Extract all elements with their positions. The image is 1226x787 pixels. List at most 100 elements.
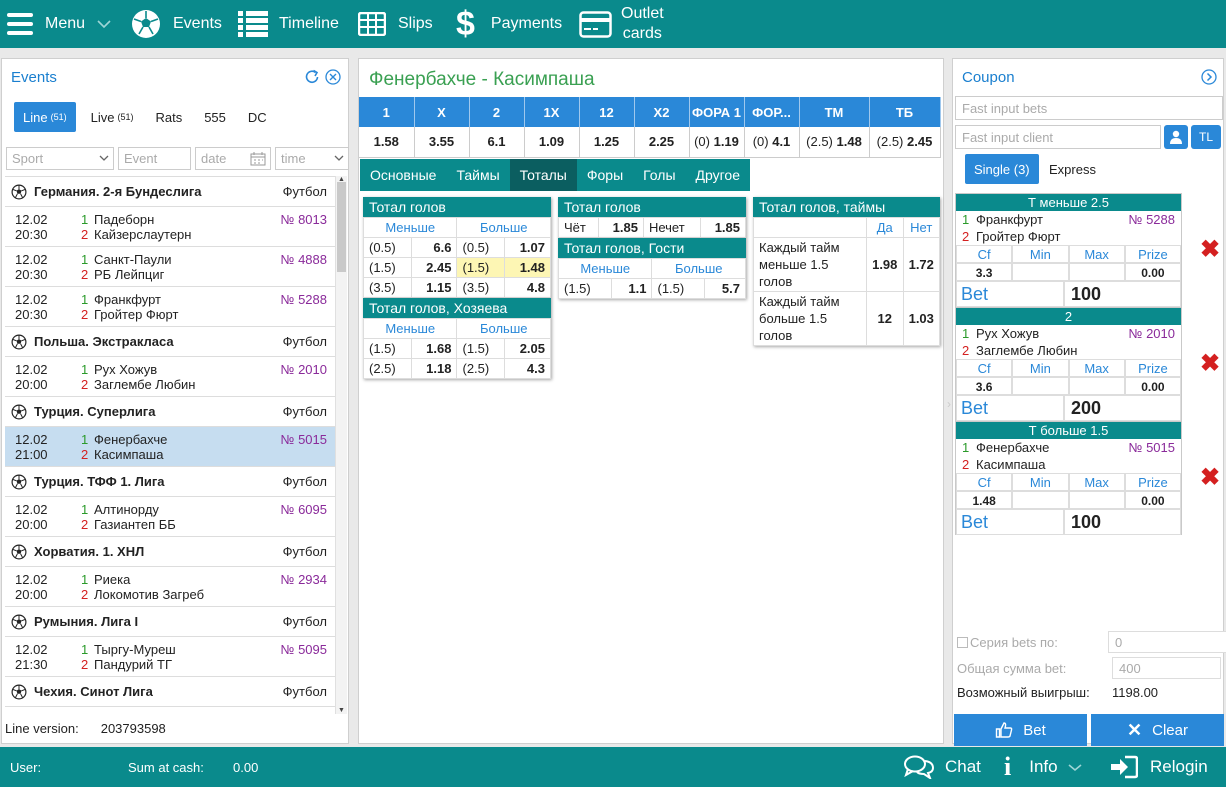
- tab-express[interactable]: Express: [1040, 154, 1105, 184]
- odds-cell[interactable]: 3.55: [414, 127, 470, 158]
- odd-cell[interactable]: 1.18: [410, 358, 458, 379]
- odds-cell[interactable]: 2.25: [634, 127, 690, 158]
- odd-cell[interactable]: 1.07: [504, 237, 551, 258]
- odd-cell[interactable]: 1.48: [504, 257, 551, 278]
- bet-amount-input[interactable]: 100: [1064, 281, 1181, 307]
- menu-button[interactable]: Menu: [7, 0, 111, 48]
- event-number: № 2010: [1128, 326, 1175, 341]
- payments-nav[interactable]: $ Payments: [456, 0, 562, 48]
- odd-cell[interactable]: 1.68: [410, 338, 458, 359]
- event-row[interactable]: 12.02 20:00 1 Алтинорду 2 Газиантеп ББ № 6095: [5, 497, 335, 537]
- odds-cell[interactable]: (2.5) 1.48: [799, 127, 870, 158]
- event-date: 12.02: [15, 431, 48, 447]
- fast-input-bets[interactable]: Fast input bets: [955, 96, 1223, 120]
- series-input[interactable]: 0: [1108, 631, 1226, 653]
- tab-555[interactable]: 555: [195, 102, 235, 132]
- odd-cell[interactable]: 1.1: [610, 278, 653, 299]
- league-header[interactable]: Германия. 2-я Бундеслига Футбол: [5, 177, 335, 207]
- remove-bet-icon[interactable]: ✖: [1200, 235, 1220, 264]
- odds-cell[interactable]: (2.5) 2.45: [869, 127, 941, 158]
- tab-rats[interactable]: Rats: [146, 102, 191, 132]
- bet-amount-input[interactable]: 200: [1064, 395, 1181, 421]
- event-row[interactable]: 12.02 20:30 1 Франкфурт 2 Гройтер Фюрт № 5288: [5, 287, 335, 327]
- league-name: Чехия. Синот Лига: [34, 684, 153, 699]
- odd-cell[interactable]: 4.8: [504, 277, 551, 298]
- tl-button[interactable]: TL: [1191, 125, 1221, 149]
- timeline-nav[interactable]: Timeline: [238, 0, 339, 48]
- relogin-button[interactable]: Relogin: [1110, 747, 1208, 787]
- fast-input-client[interactable]: Fast input client: [955, 125, 1161, 149]
- market-row: (1.5) 2.45 (1.5) 1.48: [363, 257, 551, 278]
- odd-cell[interactable]: 5.7: [704, 278, 746, 299]
- info-button[interactable]: i Info: [1004, 747, 1082, 787]
- chat-button[interactable]: Chat: [903, 747, 981, 787]
- sport-select[interactable]: Sport: [6, 147, 114, 170]
- odd-cell[interactable]: 6.6: [410, 237, 458, 258]
- league-header[interactable]: Турция. ТФФ 1. Лига Футбол: [5, 467, 335, 497]
- league-header[interactable]: Румыния. Лига I Футбол: [5, 607, 335, 637]
- odd-cell[interactable]: 1.03: [902, 291, 940, 346]
- tab-line[interactable]: Line (51): [14, 102, 76, 132]
- league-header[interactable]: Турция. Суперлига Футбол: [5, 397, 335, 427]
- event-row[interactable]: 12.02 20:30 1 Санкт-Паули 2 РБ Лейпциг № 4888: [5, 247, 335, 287]
- odd-cell[interactable]: 1.85: [598, 217, 644, 238]
- remove-bet-icon[interactable]: ✖: [1200, 463, 1220, 492]
- event-row[interactable]: 12.02 20:00 1 Рух Хожув 2 Заглембе Любин № 201…: [5, 357, 335, 397]
- odds-param: (0): [752, 134, 769, 150]
- market-tab[interactable]: Таймы: [446, 159, 509, 191]
- market-tab[interactable]: Голы: [633, 159, 685, 191]
- team1-index: 1: [81, 501, 89, 517]
- odd-cell[interactable]: 4.3: [504, 358, 551, 379]
- event-input[interactable]: Event: [118, 147, 191, 170]
- odds-cell[interactable]: 1.25: [579, 127, 635, 158]
- odd-cell[interactable]: 12: [866, 291, 904, 346]
- chevron-right-circle-icon[interactable]: [1200, 68, 1218, 86]
- event-row[interactable]: 12.0212№ 1150: [5, 707, 335, 712]
- market-tab[interactable]: Другое: [686, 159, 750, 191]
- league-header[interactable]: Чехия. Синот Лига Футбол: [5, 677, 335, 707]
- odds-cell[interactable]: (0) 4.1: [744, 127, 800, 158]
- market-tab[interactable]: Тоталы: [509, 159, 577, 191]
- close-icon[interactable]: [324, 68, 342, 86]
- odds-cell[interactable]: 1.09: [524, 127, 580, 158]
- event-row[interactable]: 12.02 20:30 1 Падеборн 2 Кайзерслаутерн № 8013: [5, 207, 335, 247]
- odd-cell[interactable]: 1.85: [700, 217, 746, 238]
- time-select[interactable]: time: [275, 147, 349, 170]
- more-caption: Больше: [651, 258, 746, 279]
- tab-dc[interactable]: DC: [239, 102, 276, 132]
- clear-button[interactable]: ✕ Clear: [1091, 714, 1224, 746]
- odds-cell[interactable]: 1.58: [359, 127, 415, 158]
- refresh-icon[interactable]: [303, 68, 321, 86]
- tab-single[interactable]: Single (3): [965, 154, 1039, 184]
- odd-cell[interactable]: 1.98: [866, 237, 904, 292]
- client-button[interactable]: [1164, 125, 1188, 149]
- slips-nav[interactable]: Slips: [358, 0, 433, 48]
- collapse-arrow-icon[interactable]: ›: [947, 397, 951, 411]
- market-tab[interactable]: Форы: [577, 159, 633, 191]
- bet-button[interactable]: Bet: [954, 714, 1087, 746]
- date-input[interactable]: date: [195, 147, 271, 170]
- team1-index: 1: [81, 211, 89, 227]
- odds-cell[interactable]: 6.1: [469, 127, 525, 158]
- market-row: (0.5) 6.6 (0.5) 1.07: [363, 237, 551, 258]
- series-checkbox[interactable]: [957, 636, 968, 648]
- tab-live[interactable]: Live (51): [82, 102, 143, 132]
- market-tab[interactable]: Основные: [360, 159, 446, 191]
- scroll-thumb[interactable]: [337, 182, 346, 272]
- odd-cell[interactable]: 2.05: [504, 338, 551, 359]
- remove-bet-icon[interactable]: ✖: [1200, 349, 1220, 378]
- odd-cell[interactable]: 1.15: [410, 277, 458, 298]
- odds-cell[interactable]: (0) 1.19: [689, 127, 745, 158]
- team2-index: 2: [81, 656, 89, 672]
- event-row[interactable]: 12.02 21:00 1 Фенербахче 2 Касимпаша № 5015: [5, 427, 335, 467]
- odd-cell[interactable]: 2.45: [410, 257, 458, 278]
- event-row[interactable]: 12.02 21:30 1 Тыргу-Муреш 2 Пандурий ТГ № 5095: [5, 637, 335, 677]
- outlet-cards-nav[interactable]: Outlet cards: [579, 0, 664, 48]
- league-header[interactable]: Польша. Экстракласа Футбол: [5, 327, 335, 357]
- bet-amount-input[interactable]: 100: [1064, 509, 1181, 535]
- league-header[interactable]: Хорватия. 1. ХНЛ Футбол: [5, 537, 335, 567]
- event-row[interactable]: 12.02 20:00 1 Риека 2 Локомотив Загреб № 2934: [5, 567, 335, 607]
- odd-cell[interactable]: 1.72: [902, 237, 940, 292]
- events-nav[interactable]: Events: [131, 0, 222, 48]
- events-scrollbar[interactable]: ▲ ▼: [335, 176, 347, 714]
